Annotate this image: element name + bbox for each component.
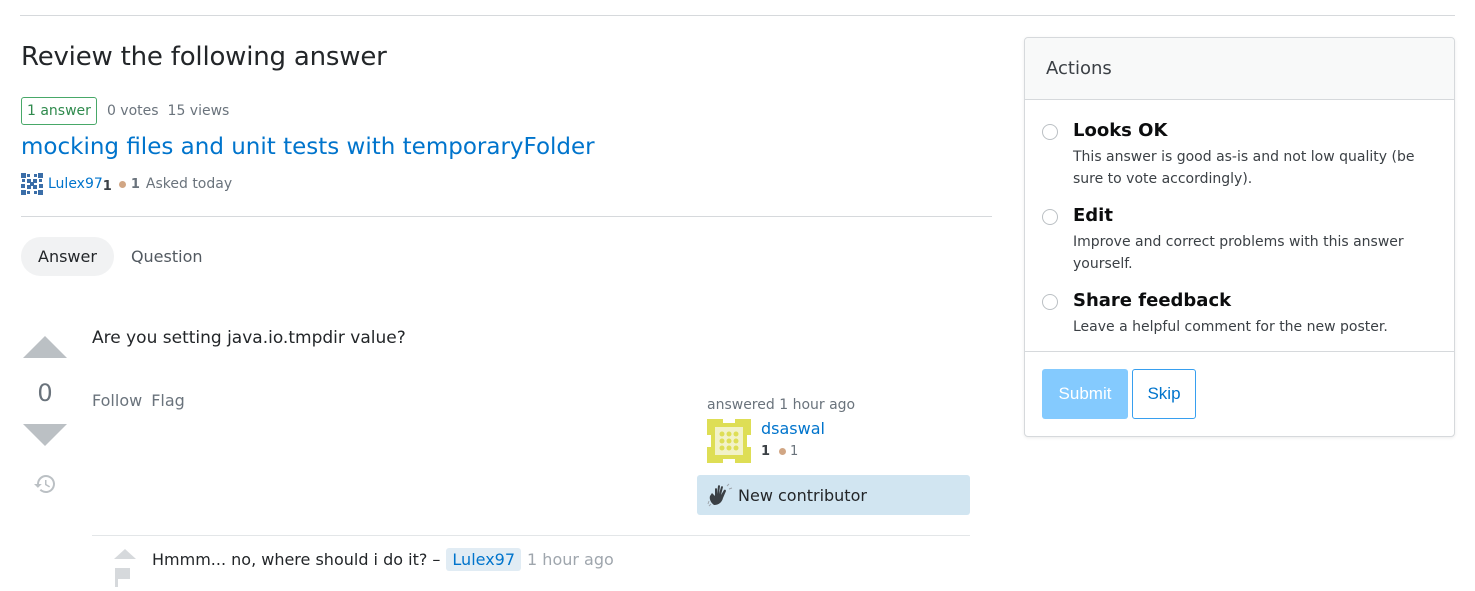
waving-hand-icon xyxy=(707,483,733,507)
looks-ok-radio[interactable] xyxy=(1042,124,1058,140)
comment-copy: Hmmm... no, where should i do it? – xyxy=(152,549,441,569)
answerer-reputation: 1 xyxy=(761,444,771,459)
submit-button[interactable]: Submit xyxy=(1042,369,1128,419)
flag-link[interactable]: Flag xyxy=(151,391,185,410)
owner-name-link[interactable]: Lulex97 xyxy=(48,176,103,192)
answerer-name-link[interactable]: dsaswal xyxy=(761,419,825,438)
option-description: This answer is good as-is and not low qu… xyxy=(1073,149,1415,187)
comment-actions xyxy=(92,545,152,587)
question-title-link[interactable]: mocking files and unit tests with tempor… xyxy=(21,134,595,160)
upvote-button[interactable] xyxy=(23,336,67,358)
comment-item: Hmmm... no, where should i do it? – Lule… xyxy=(92,536,970,587)
answerer-bronze-count: 1 xyxy=(790,444,799,459)
actions-footer: Submit Skip xyxy=(1042,369,1196,419)
user-avatar-identicon[interactable] xyxy=(21,173,43,195)
answer-body: Are you setting java.io.tmpdir value? xyxy=(92,328,406,348)
answer-score: 0 xyxy=(37,379,53,407)
option-title: Edit xyxy=(1073,205,1113,226)
option-looks-ok[interactable]: Looks OK This answer is good as-is and n… xyxy=(1042,118,1454,190)
answerer-avatar-identicon[interactable] xyxy=(707,419,751,463)
option-edit[interactable]: Edit Improve and correct problems with t… xyxy=(1042,203,1454,275)
option-description: Improve and correct problems with this a… xyxy=(1073,234,1404,272)
top-divider xyxy=(20,15,1455,16)
question-owner: Lulex97 1 1 Asked today xyxy=(21,173,232,195)
bronze-badge-icon xyxy=(779,448,787,455)
asked-time: Asked today xyxy=(145,176,233,192)
comment-user-link[interactable]: Lulex97 xyxy=(446,547,522,571)
option-title: Share feedback xyxy=(1073,290,1232,311)
follow-link[interactable]: Follow xyxy=(92,391,142,410)
option-title: Looks OK xyxy=(1073,120,1168,141)
owner-reputation: 1 xyxy=(102,178,112,194)
view-count: 15 views xyxy=(167,103,230,119)
actions-panel: Actions Looks OK This answer is good as-… xyxy=(1024,37,1455,437)
new-contributor-label: New contributor xyxy=(738,485,867,505)
answerer-info: dsaswal 1 1 xyxy=(697,419,970,463)
actions-panel-title: Actions xyxy=(1025,38,1454,100)
footer-divider xyxy=(1025,351,1454,352)
answerer-reputation-row: 1 1 xyxy=(761,444,825,459)
comment-date[interactable]: 1 hour ago xyxy=(527,550,614,569)
post-menu: Follow Flag xyxy=(92,391,185,410)
new-contributor-indicator[interactable]: New contributor xyxy=(697,475,970,515)
share-feedback-radio[interactable] xyxy=(1042,294,1058,310)
review-options: Looks OK This answer is good as-is and n… xyxy=(1025,100,1454,338)
bronze-badge-icon xyxy=(118,180,126,188)
flag-icon[interactable] xyxy=(114,567,132,587)
comment-upvote-button[interactable] xyxy=(114,549,136,559)
history-icon[interactable] xyxy=(33,472,57,496)
edit-radio[interactable] xyxy=(1042,209,1058,225)
comments-list: Hmmm... no, where should i do it? – Lule… xyxy=(92,535,970,587)
option-description: Leave a helpful comment for the new post… xyxy=(1073,319,1388,335)
skip-button[interactable]: Skip xyxy=(1132,369,1196,419)
answered-time: answered 1 hour ago xyxy=(707,397,856,413)
question-stats: 1 answer 0 votes 15 views xyxy=(21,97,238,125)
answer-count-badge: 1 answer xyxy=(21,97,97,125)
tab-question[interactable]: Question xyxy=(114,237,220,276)
review-tabs: Answer Question xyxy=(21,237,220,276)
downvote-button[interactable] xyxy=(23,424,67,446)
owner-bronze-count: 1 xyxy=(130,176,140,192)
option-share-feedback[interactable]: Share feedback Leave a helpful comment f… xyxy=(1042,288,1454,338)
page-title: Review the following answer xyxy=(21,42,387,72)
tab-answer[interactable]: Answer xyxy=(21,237,114,276)
vote-cell: 0 xyxy=(21,336,69,496)
section-divider xyxy=(21,216,992,217)
answer-signature: answered 1 hour ago dsaswal 1 1 New cont… xyxy=(697,397,970,515)
comment-body: Hmmm... no, where should i do it? – Lule… xyxy=(152,545,614,573)
vote-count: 0 votes xyxy=(106,103,159,119)
